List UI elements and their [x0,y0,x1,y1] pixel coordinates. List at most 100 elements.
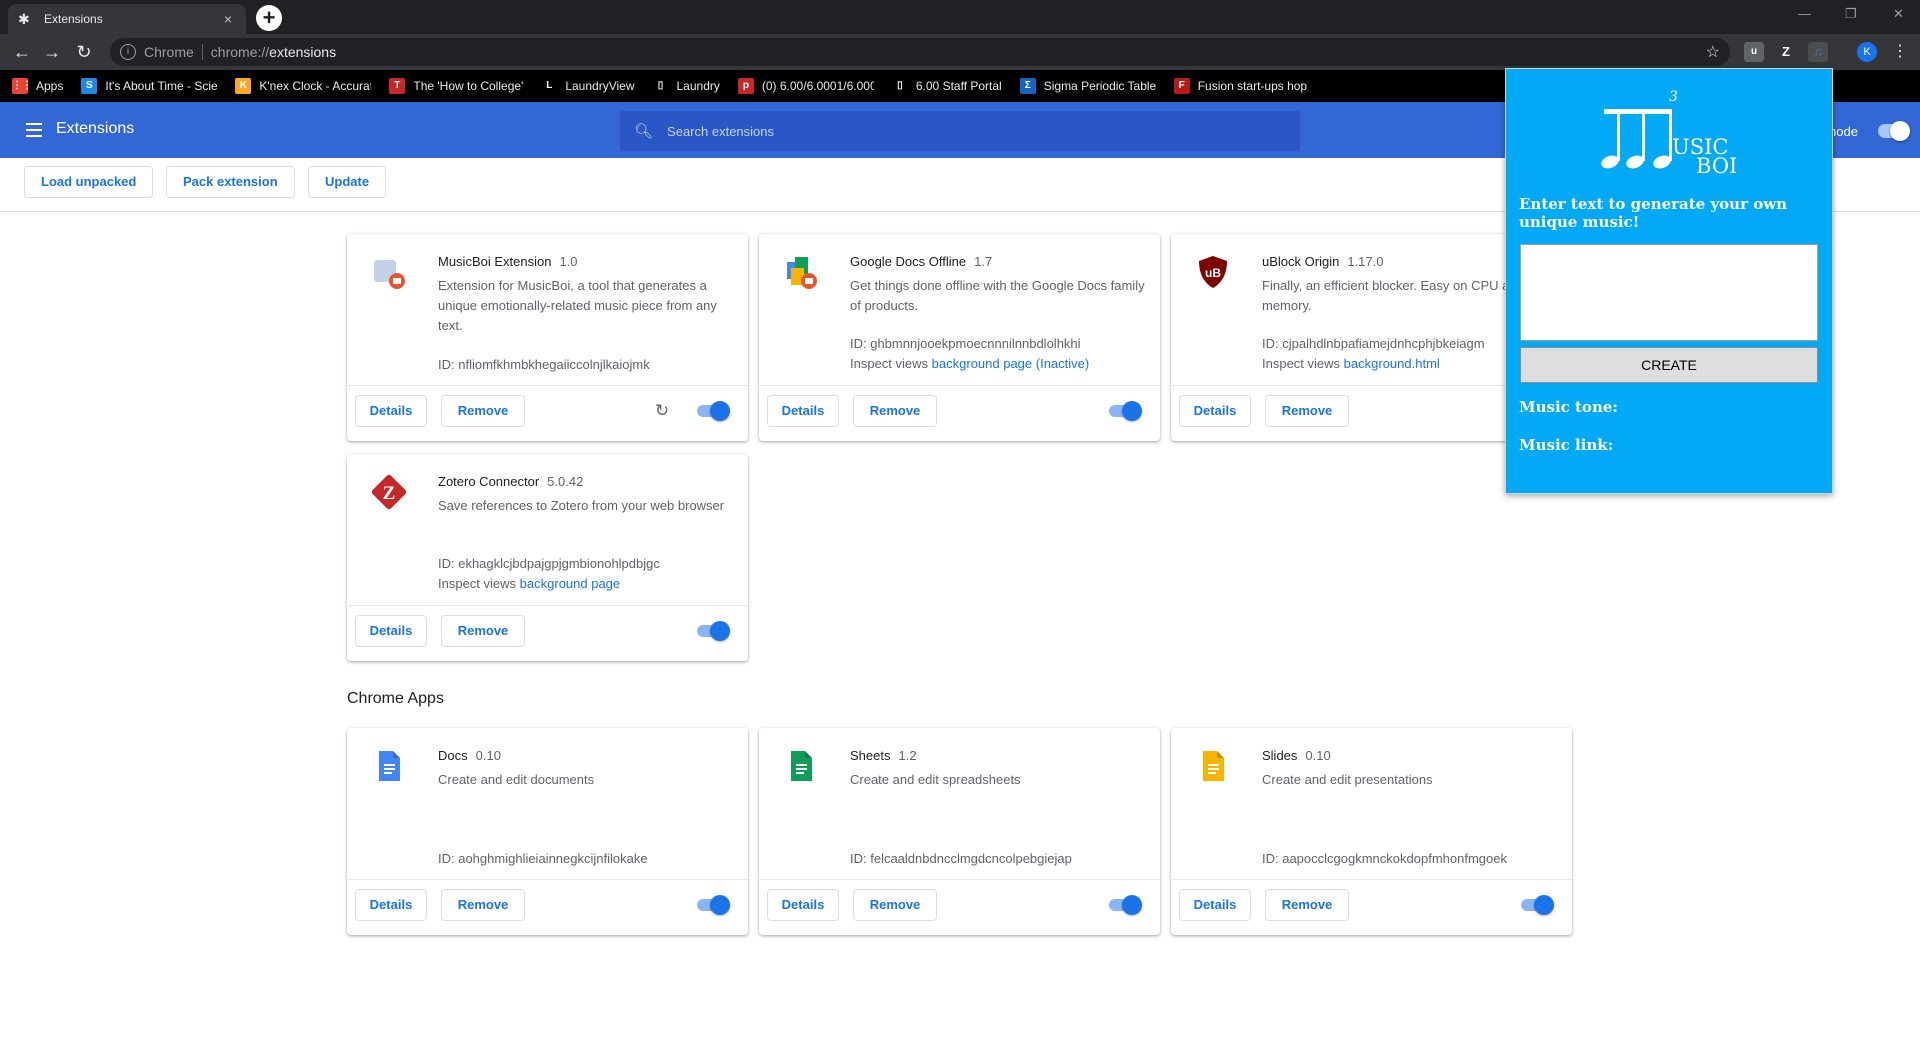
item-id: ID: cjpalhdlnbpafiamejdnhcphjbkeiagm [1262,336,1485,351]
item-title: uBlock Origin 1.17.0 [1262,254,1383,269]
item-name: Sheets [850,748,891,763]
enable-toggle[interactable] [1109,401,1142,421]
item-version: 1.0 [559,254,578,269]
developer-mode-toggle[interactable] [1878,121,1910,141]
bookmark-item[interactable]: p (0) 6.00/6.0001/6.000 [737,78,874,94]
app-card: Sheets 1.2 Create and edit spreadsheets ID:… [759,728,1160,935]
card-divider [759,879,1160,880]
bookmark-item[interactable]: K K'nex Clock - Accurat [235,78,371,94]
details-button[interactable]: Details [355,395,427,427]
details-button[interactable]: Details [355,889,427,921]
musicboi-toolbar-icon[interactable]: ♫ [1808,42,1828,62]
bookmark-item[interactable]: ▯ 6.00 Staff Portal [891,78,1002,94]
bookmark-item[interactable]: Σ Sigma Periodic Table [1019,78,1156,94]
url-scheme: chrome:// [210,44,270,60]
page-title: Extensions [56,120,135,137]
item-name: MusicBoi Extension [438,254,552,269]
forward-icon[interactable]: → [40,40,64,64]
inspect-views: Inspect views background.html [1262,356,1440,371]
enable-toggle[interactable] [1109,895,1142,915]
bookmark-item[interactable]: S It's About Time - Scie [81,78,217,94]
remove-button[interactable]: Remove [441,615,525,647]
music-tone-label: Music tone: [1519,398,1618,416]
remove-button[interactable]: Remove [441,889,525,921]
item-name: Google Docs Offline [850,254,967,269]
tab-title: Extensions [44,12,103,26]
remove-button[interactable]: Remove [1265,889,1349,921]
music-link-label: Music link: [1519,436,1614,454]
tab-close-button[interactable]: × [220,11,236,27]
laundryview-icon: L [541,78,558,94]
bookmark-star-icon[interactable]: ☆ [1706,42,1720,62]
search-box[interactable]: 🔍︎ [620,111,1300,151]
chrome-apps-heading: Chrome Apps [347,690,444,707]
music-text-input[interactable] [1520,244,1818,341]
puzzle-piece-icon: ✱ [18,11,30,27]
enable-toggle[interactable] [697,401,730,421]
details-button[interactable]: Details [1179,395,1251,427]
enable-toggle[interactable] [1521,895,1554,915]
musicboi-popup: 3 USIC BOI Enter text to generate your o… [1505,68,1833,494]
bookmark-item[interactable]: L LaundryView [541,78,635,94]
details-button[interactable]: Details [767,889,839,921]
pack-extension-button[interactable]: Pack extension [166,166,295,198]
load-unpacked-button[interactable]: Load unpacked [24,166,154,198]
piazza-icon: p [737,78,754,94]
item-id: ID: ghbmnnjooekpmoecnnnilnnbdlolhkhi [850,336,1081,351]
menu-hamburger-icon[interactable] [26,123,42,137]
reload-icon[interactable]: ↻ [652,401,672,421]
update-button[interactable]: Update [308,166,387,198]
chrome-chip: Chrome [144,44,203,60]
remove-button[interactable]: Remove [441,395,525,427]
remove-button[interactable]: Remove [1265,395,1349,427]
inspect-link[interactable]: background page [520,576,620,591]
item-title: Docs 0.10 [438,748,501,763]
ublock-toolbar-icon[interactable]: u [1744,42,1764,62]
details-button[interactable]: Details [1179,889,1251,921]
fusion-icon: F [1173,78,1190,94]
bookmark-item[interactable]: ⋮⋮ Apps [12,78,63,94]
zotero-toolbar-icon[interactable]: Z [1776,42,1796,62]
item-version: 5.0.42 [547,474,584,489]
reload-icon[interactable]: ↻ [72,40,96,64]
enable-toggle[interactable] [697,621,730,641]
zotero-icon: Z [371,474,407,510]
restore-button[interactable]: ❐ [1845,6,1857,22]
minimize-button[interactable]: — [1798,6,1811,21]
inspect-link[interactable]: background page (Inactive) [932,356,1090,371]
docs-icon [371,748,407,784]
sigma-icon: Σ [1019,78,1036,94]
item-id: ID: aapocclcgogkmnckokdopfmhonfmgoek [1262,851,1507,866]
inspect-link[interactable]: background.html [1344,356,1440,371]
bookmark-label: It's About Time - Scie [105,79,218,93]
close-window-button[interactable]: ✕ [1893,6,1904,22]
search-input[interactable] [667,123,1268,139]
back-icon[interactable]: ← [10,40,34,64]
address-bar[interactable]: i Chrome chrome:// extensions ☆ [110,38,1730,66]
site-info-icon[interactable]: i [120,44,136,60]
profile-avatar[interactable]: K [1857,42,1877,62]
developer-mode-label: node [1829,124,1858,139]
bookmark-item[interactable]: F Fusion start-ups hop [1173,78,1307,94]
remove-button[interactable]: Remove [853,395,937,427]
menu-kebab-icon[interactable]: ⋮ [1892,41,1908,61]
extension-card: MusicBoi Extension 1.0 Extension for Music… [347,234,748,441]
enable-toggle[interactable] [697,895,730,915]
logo-text-boi: BOI [1696,154,1737,177]
tab-extensions[interactable]: ✱ Extensions × [8,4,246,34]
app-card: Slides 0.10 Create and edit presentations I… [1171,728,1572,935]
item-title: Google Docs Offline 1.7 [850,254,992,269]
create-button[interactable]: CREATE [1520,347,1818,383]
bookmark-item[interactable]: ▯ Laundry [652,78,720,94]
new-tab-button[interactable]: + [256,5,282,31]
card-divider [347,605,748,606]
musicboi-logo: 3 USIC BOI [1601,89,1737,177]
details-button[interactable]: Details [767,395,839,427]
logo-triplet-number: 3 [1669,89,1678,105]
item-name: Zotero Connector [438,474,540,489]
bookmark-label: Apps [36,79,64,93]
remove-button[interactable]: Remove [853,889,937,921]
details-button[interactable]: Details [355,615,427,647]
tab-strip: ✱ Extensions × + — ❐ ✕ [0,0,1920,34]
bookmark-item[interactable]: T The 'How to College' [389,78,523,94]
